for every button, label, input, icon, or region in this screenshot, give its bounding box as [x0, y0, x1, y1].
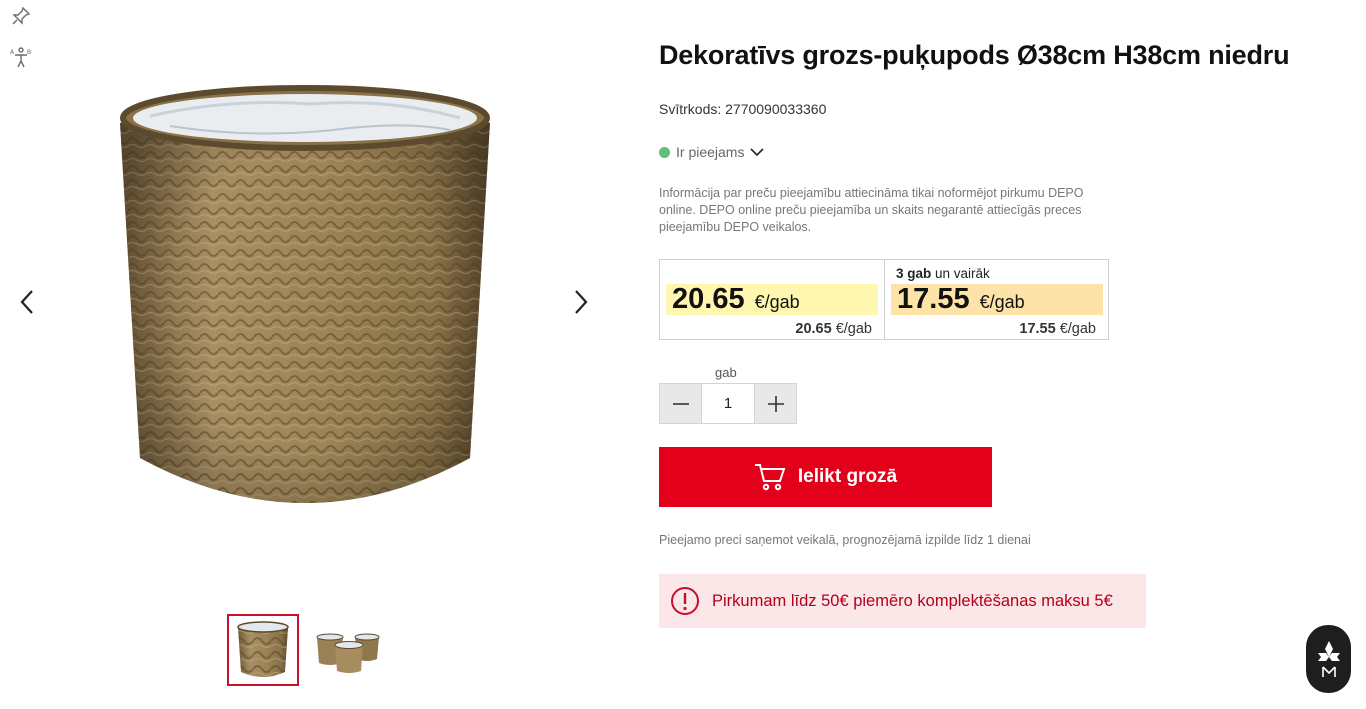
bulk-qty-suffix: un vairāk — [935, 266, 990, 281]
price-single: 20.65 €/gab 20.65 €/gab — [660, 260, 884, 339]
price-single-sub: 20.65 €/gab — [795, 321, 872, 337]
price-box: 20.65 €/gab 20.65 €/gab 3 gab un vairāk … — [659, 259, 1109, 340]
chevron-down-icon — [750, 148, 765, 157]
add-to-cart-button[interactable]: Ielikt grozā — [659, 447, 992, 507]
price-bulk-highlight: 17.55 €/gab — [891, 284, 1103, 315]
price-bulk-unit: €/gab — [979, 292, 1025, 312]
basket-planter-image — [120, 85, 490, 503]
product-title: Dekoratīvs grozs-puķupods Ø38cm H38cm ni… — [659, 40, 1290, 70]
price-single-sub-value: 20.65 — [795, 321, 832, 337]
availability-notice: Informācija par preču pieejamību attieci… — [659, 186, 1084, 234]
price-bulk: 3 gab un vairāk 17.55 €/gab 17.55 €/gab — [884, 260, 1108, 339]
minus-icon — [672, 402, 689, 405]
chevron-right-icon[interactable] — [566, 287, 596, 317]
bulk-qty: 3 gab — [896, 266, 932, 281]
cart-icon — [754, 464, 786, 491]
fee-notice-text: Pirkumam līdz 50€ piemēro komplektēšanas… — [712, 591, 1113, 610]
quantity-input[interactable] — [701, 384, 755, 423]
fulfilment-info: Pieejamo preci saņemot veikalā, prognozē… — [659, 533, 1031, 547]
basket-set-thumbnail[interactable] — [313, 614, 385, 686]
price-bulk-sub-unit: €/gab — [1059, 321, 1096, 337]
price-bulk-sub: 17.55 €/gab — [1019, 321, 1096, 337]
quantity-unit-label: gab — [715, 365, 737, 380]
price-single-highlight: 20.65 €/gab — [666, 284, 878, 315]
price-bulk-sub-value: 17.55 — [1019, 321, 1056, 337]
alert-circle-icon — [670, 586, 700, 616]
plus-icon — [767, 395, 784, 412]
basket-single-thumbnail[interactable] — [227, 614, 299, 686]
availability-label: Ir pieejams — [676, 144, 745, 160]
thumbnail-strip — [227, 614, 385, 686]
price-single-sub-unit: €/gab — [835, 321, 872, 337]
quantity-stepper — [659, 383, 797, 424]
ornament-logo-icon — [1317, 641, 1340, 677]
price-single-value: 20.65 — [672, 283, 745, 315]
product-gallery — [0, 0, 610, 709]
quantity-increase-button[interactable] — [755, 384, 796, 423]
assistant-widget-button[interactable] — [1306, 625, 1351, 693]
bulk-quantity-label: 3 gab un vairāk — [896, 266, 990, 281]
add-to-cart-label: Ielikt grozā — [797, 466, 898, 487]
product-barcode: Svītrkods: 2770090033360 — [659, 101, 827, 117]
price-single-unit: €/gab — [754, 292, 800, 312]
price-bulk-value: 17.55 — [897, 283, 970, 315]
availability-status-dot — [659, 146, 670, 158]
quantity-decrease-button[interactable] — [660, 384, 701, 423]
availability-toggle[interactable]: Ir pieejams — [659, 144, 765, 160]
fee-notice-banner: Pirkumam līdz 50€ piemēro komplektēšanas… — [659, 574, 1146, 628]
chevron-left-icon[interactable] — [12, 287, 42, 317]
